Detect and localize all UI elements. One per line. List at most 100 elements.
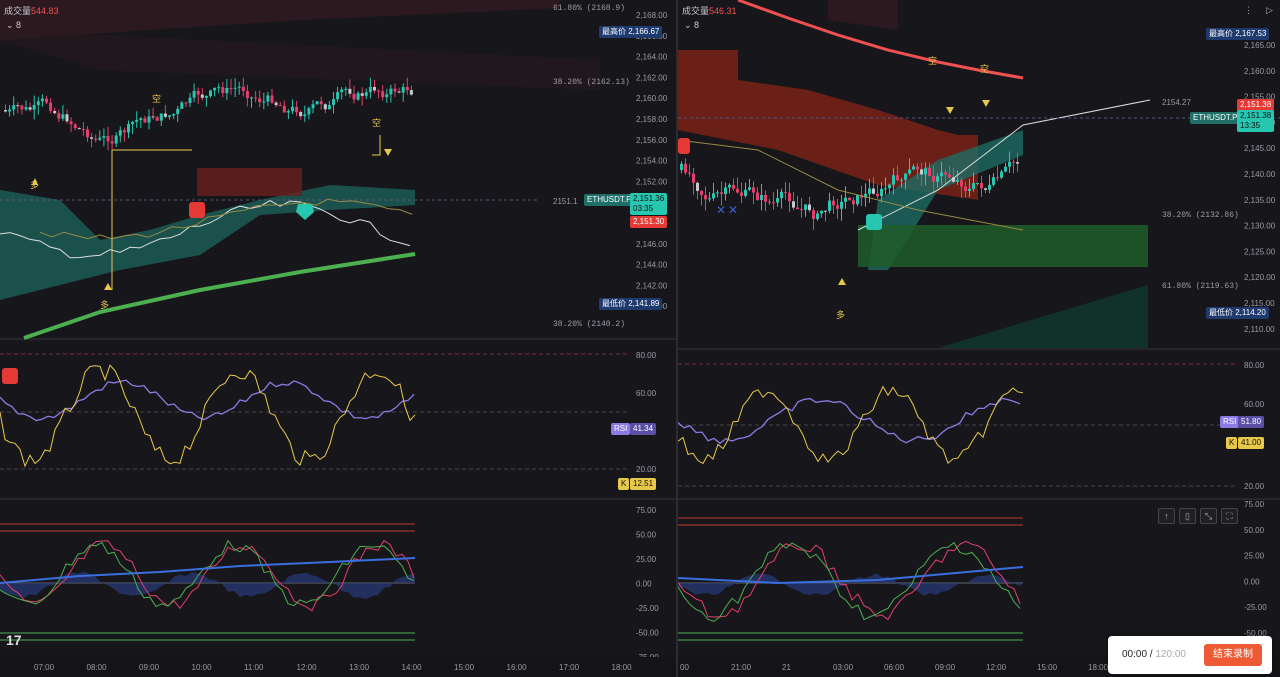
left-candle (319, 101, 323, 105)
left-low-label: 最低价 (602, 299, 626, 308)
left-candle (184, 102, 188, 104)
left-osc-green (0, 539, 415, 608)
left-osc-tick: 0.00 (636, 580, 652, 589)
right-candle (740, 192, 743, 196)
right-candle (748, 187, 751, 190)
left-price-tick: 2,142.00 (636, 281, 668, 290)
right-candle (1012, 161, 1015, 163)
left-candle (409, 90, 413, 95)
right-candle (1016, 162, 1019, 164)
left-candle (143, 118, 147, 123)
left-candle (299, 112, 303, 117)
right-candle (920, 169, 923, 175)
left-rsi-tag: RSI (611, 423, 631, 435)
right-chart-panel[interactable]: 空空多 ✕ ✕ 2154.27 38.20% (2132.86) 61.80% (2119… (678, 0, 1280, 677)
left-candle (303, 114, 307, 117)
right-chart-canvas[interactable]: 空空多✕ ✕2154.2738.20% (2132.86)61.80% (2119… (678, 0, 1280, 677)
maximize-icon[interactable]: ⛶ (1221, 508, 1238, 524)
chevron-down-icon: ⌄ (6, 20, 17, 30)
left-rsi-tick: 60.00 (636, 389, 657, 398)
left-candle (213, 87, 217, 91)
right-candle (808, 204, 811, 211)
left-symbol-countdown: 03:35 (633, 204, 654, 213)
right-lower-band (938, 285, 1148, 348)
left-pane-separator (0, 338, 676, 340)
right-candle (848, 197, 851, 201)
right-candle (800, 209, 803, 211)
left-rsi-value: 41.34 (633, 424, 654, 433)
right-candle (984, 188, 987, 190)
right-candle (744, 189, 747, 196)
right-rsi-label: RSI (1223, 417, 1237, 426)
left-symbol-name: ETHUSDT.P (587, 195, 632, 204)
right-collapse-toggle[interactable]: ⌄ 8 (684, 20, 699, 31)
left-candle (188, 97, 192, 103)
left-candle (65, 114, 69, 122)
left-collapse-toggle[interactable]: ⌄ 8 (6, 20, 21, 31)
right-candle (840, 201, 843, 209)
right-k-value: 41.00 (1241, 438, 1262, 447)
left-candle (291, 106, 294, 112)
delete-icon[interactable]: ▯ (1179, 508, 1196, 524)
left-candle (282, 105, 286, 113)
right-price-tick: 2,140.00 (1244, 170, 1276, 179)
recorder-total: 120:00 (1155, 649, 1186, 660)
left-price-tick: 2,158.00 (636, 115, 668, 124)
play-icon[interactable]: ▷ (1266, 5, 1273, 16)
stop-recording-button[interactable]: 结束录制 (1204, 644, 1262, 666)
right-candle (872, 188, 875, 194)
right-signal-label: 空 (980, 63, 989, 74)
right-osc-tick: 0.00 (1244, 577, 1260, 586)
left-signal-label: 多 (100, 299, 109, 310)
left-chart-canvas[interactable]: 空空多多61.80% (2168.9)38.20% (2162.13)38.20… (0, 0, 676, 677)
left-candle (90, 137, 94, 139)
right-candle (928, 168, 931, 176)
right-price-tick: 2,130.00 (1244, 222, 1276, 231)
settings-icon[interactable]: ⋮ (1244, 5, 1253, 16)
left-candle (106, 136, 110, 142)
right-candle (828, 200, 831, 211)
left-candle (364, 92, 368, 96)
right-candle (700, 190, 703, 196)
collapse-icon[interactable]: ⤡ (1200, 508, 1217, 524)
long-signal-icon (296, 204, 314, 220)
left-candle (81, 128, 85, 130)
left-candle (245, 91, 249, 99)
right-rsi-value: 51.80 (1241, 417, 1262, 426)
right-candle (788, 192, 791, 202)
right-candle (724, 187, 727, 194)
right-time-tick: 06:00 (884, 663, 905, 672)
short-signal-icon (678, 138, 690, 154)
left-signal-label: 空 (372, 117, 381, 128)
right-time-tick: 21 (782, 663, 791, 672)
left-candle (258, 98, 262, 103)
right-candle (868, 188, 871, 194)
left-candle (340, 89, 344, 93)
left-candle (315, 101, 319, 105)
right-green-zone (858, 225, 1148, 267)
left-candle (127, 124, 130, 133)
left-volume-value: 544.83 (31, 6, 59, 16)
right-candle (688, 172, 691, 174)
left-candle (57, 113, 61, 119)
left-candle (270, 95, 274, 103)
left-candle (344, 88, 348, 90)
left-candle (102, 136, 106, 138)
right-candle (892, 175, 895, 185)
right-rsi-tick: 80.00 (1244, 361, 1265, 370)
left-price-tick: 2,160.00 (636, 94, 668, 103)
pane-toolbar: ↑ ▯ ⤡ ⛶ (1158, 508, 1242, 524)
right-candle (844, 197, 847, 202)
left-red-zone (197, 168, 302, 196)
move-up-icon[interactable]: ↑ (1158, 508, 1175, 524)
right-high-label: 最高价 (1209, 29, 1233, 38)
right-candle (964, 186, 967, 191)
recorder-timer: 00:00 / 120:00 (1122, 649, 1186, 660)
left-chart-panel[interactable]: 空空多多61.80% (2168.9)38.20% (2162.13)38.20… (0, 0, 676, 677)
short-signal-icon (2, 368, 18, 384)
right-top-band (828, 0, 898, 30)
arrow-down-icon (982, 100, 990, 107)
left-candle (98, 137, 102, 140)
right-candle (696, 182, 699, 191)
right-symbol-price: 2,151.38 (1240, 111, 1272, 120)
